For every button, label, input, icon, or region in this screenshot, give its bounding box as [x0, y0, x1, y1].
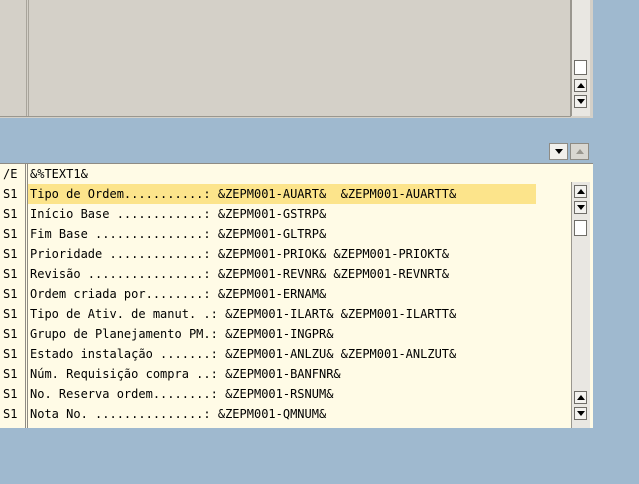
triangle-down-icon	[576, 205, 585, 210]
line-text[interactable]: Tipo de Ordem...........: &ZEPM001-AUART…	[30, 184, 456, 204]
triangle-up-icon	[576, 189, 585, 194]
triangle-up-icon	[575, 149, 584, 154]
scrollbar-thumb[interactable]	[574, 220, 587, 236]
triangle-up-icon	[576, 83, 585, 88]
editor-toolbar	[549, 143, 589, 161]
editor-line[interactable]: S1 No. Reserva ordem........: &ZEPM001-R…	[0, 384, 540, 404]
scroll-page-up-button[interactable]	[570, 143, 589, 160]
format-code[interactable]: S1	[3, 244, 17, 264]
scroll-up-button[interactable]	[574, 391, 587, 404]
scroll-page-down-button[interactable]	[549, 143, 568, 160]
editor-line[interactable]: S1 Estado instalação .......: &ZEPM001-A…	[0, 344, 540, 364]
editor-line[interactable]: S1 Início Base ............: &ZEPM001-GS…	[0, 204, 540, 224]
format-code[interactable]: S1	[3, 324, 17, 344]
column-divider	[28, 0, 29, 116]
editor-line[interactable]: S1 Grupo de Planejamento PM.: &ZEPM001-I…	[0, 324, 540, 344]
scrollbar-thumb[interactable]	[574, 60, 587, 75]
line-text[interactable]: Revisão ................: &ZEPM001-REVNR…	[30, 264, 449, 284]
format-code[interactable]: S1	[3, 264, 17, 284]
scroll-up-button[interactable]	[574, 185, 587, 198]
format-code[interactable]: S1	[3, 304, 17, 324]
editor-scrollbar[interactable]	[571, 182, 590, 428]
editor-line[interactable]: S1 Núm. Requisição compra ..: &ZEPM001-B…	[0, 364, 540, 384]
line-text[interactable]: Fim Base ...............: &ZEPM001-GLTRP…	[30, 224, 326, 244]
line-text[interactable]: &%TEXT1&	[30, 164, 88, 184]
triangle-down-icon	[576, 99, 585, 104]
format-code[interactable]: S1	[3, 204, 17, 224]
scroll-down-button[interactable]	[574, 407, 587, 420]
editor-line[interactable]: S1 Nota No. ...............: &ZEPM001-QM…	[0, 404, 540, 424]
editor-line[interactable]: S1 Fim Base ...............: &ZEPM001-GL…	[0, 224, 540, 244]
format-code[interactable]: /E	[3, 164, 17, 184]
column-divider	[26, 0, 27, 116]
triangle-up-icon	[576, 395, 585, 400]
line-text[interactable]: Grupo de Planejamento PM.: &ZEPM001-INGP…	[30, 324, 333, 344]
format-code[interactable]: S1	[3, 184, 17, 204]
editor-line-selected[interactable]: S1 Tipo de Ordem...........: &ZEPM001-AU…	[3, 184, 536, 204]
editor-line[interactable]: S1 Tipo de Ativ. de manut. .: &ZEPM001-I…	[0, 304, 540, 324]
format-code[interactable]: S1	[3, 384, 17, 404]
text-editor[interactable]: /E &%TEXT1& S1 Tipo de Ordem...........:…	[0, 163, 593, 428]
line-text[interactable]: Tipo de Ativ. de manut. .: &ZEPM001-ILAR…	[30, 304, 456, 324]
top-pane-scrollbar[interactable]	[571, 0, 590, 116]
line-text[interactable]: Nota No. ...............: &ZEPM001-QMNUM…	[30, 404, 326, 424]
line-text[interactable]: Prioridade .............: &ZEPM001-PRIOK…	[30, 244, 449, 264]
top-pane	[0, 0, 593, 118]
editor-line[interactable]: S1 Revisão ................: &ZEPM001-RE…	[0, 264, 540, 284]
format-code[interactable]: S1	[3, 364, 17, 384]
line-text[interactable]: Estado instalação .......: &ZEPM001-ANLZ…	[30, 344, 456, 364]
line-text[interactable]: Ordem criada por........: &ZEPM001-ERNAM…	[30, 284, 326, 304]
format-code[interactable]: S1	[3, 224, 17, 244]
line-text[interactable]: No. Reserva ordem........: &ZEPM001-RSNU…	[30, 384, 333, 404]
scroll-up-button[interactable]	[574, 79, 587, 92]
format-code[interactable]: S1	[3, 404, 17, 424]
line-text[interactable]: Início Base ............: &ZEPM001-GSTRP…	[30, 204, 326, 224]
triangle-down-icon	[554, 149, 563, 154]
format-code[interactable]: S1	[3, 344, 17, 364]
scroll-down-button[interactable]	[574, 201, 587, 214]
scroll-down-button[interactable]	[574, 95, 587, 108]
editor-line[interactable]: S1 Ordem criada por........: &ZEPM001-ER…	[0, 284, 540, 304]
top-pane-content[interactable]	[0, 0, 571, 117]
line-text[interactable]: Núm. Requisição compra ..: &ZEPM001-BANF…	[30, 364, 341, 384]
editor-line[interactable]: S1 Prioridade .............: &ZEPM001-PR…	[0, 244, 540, 264]
triangle-down-icon	[576, 411, 585, 416]
editor-line[interactable]: /E &%TEXT1&	[0, 164, 540, 184]
format-code[interactable]: S1	[3, 284, 17, 304]
